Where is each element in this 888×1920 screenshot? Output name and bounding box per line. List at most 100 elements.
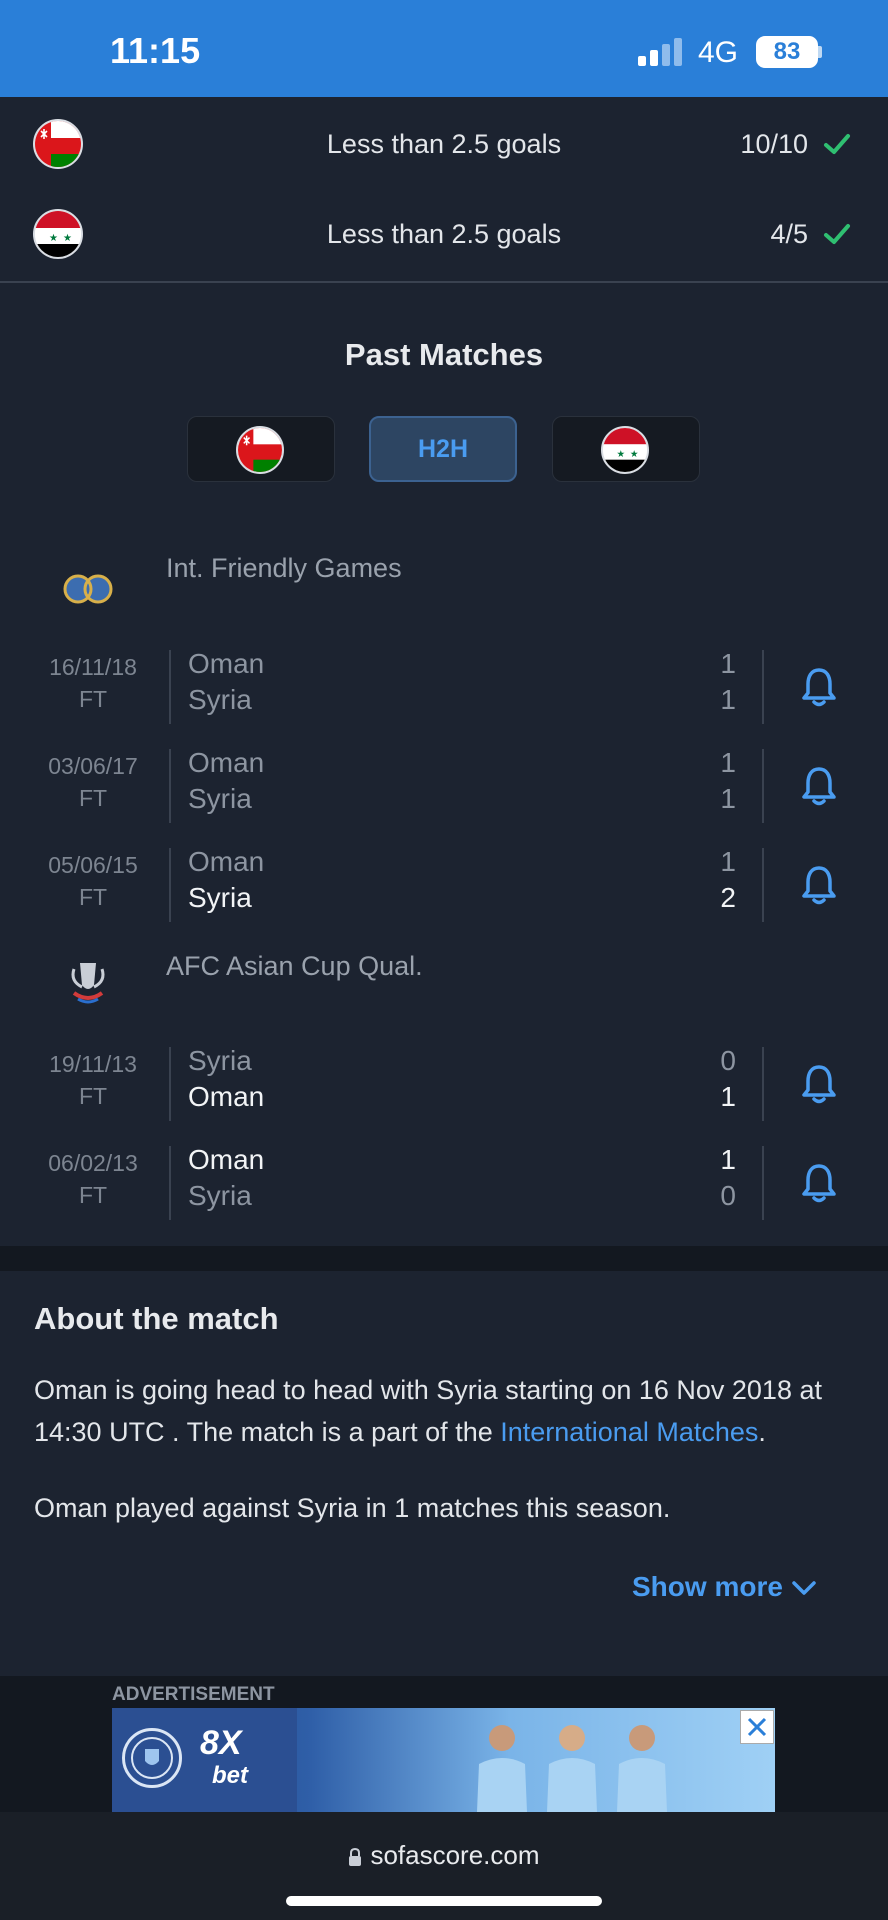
away-score: 2 xyxy=(720,882,736,913)
url-text: sofascore.com xyxy=(370,1840,540,1870)
bell-icon[interactable] xyxy=(800,666,838,708)
tab-syria[interactable]: ★ ★ xyxy=(552,416,700,482)
home-score: 1 xyxy=(720,1144,736,1175)
check-icon xyxy=(824,134,850,154)
trend-row-syria: ★ ★ Less than 2.5 goals 4/5 xyxy=(0,187,888,277)
check-icon xyxy=(824,224,850,244)
bell-icon[interactable] xyxy=(800,1063,838,1105)
about-paragraph: Oman is going head to head with Syria st… xyxy=(34,1369,864,1453)
match-row[interactable]: 19/11/13 FT Syria Oman 0 1 xyxy=(0,1035,888,1134)
afc-asian-cup-icon xyxy=(71,963,105,1004)
tab-h2h[interactable]: H2H xyxy=(369,416,517,482)
divider xyxy=(169,848,171,922)
match-status: FT xyxy=(78,785,108,811)
divider xyxy=(762,650,764,724)
player-image xyxy=(617,1725,667,1812)
match-status: FT xyxy=(78,686,108,712)
chevron-down-icon[interactable] xyxy=(790,1577,818,1599)
trend-count: 10/10 xyxy=(740,129,808,159)
about-text-end: . xyxy=(758,1417,766,1447)
club-crest-icon xyxy=(122,1728,182,1788)
trend-text: Less than 2.5 goals xyxy=(326,219,562,249)
away-team: Oman xyxy=(188,1081,265,1112)
tab-oman[interactable] xyxy=(187,416,335,482)
battery-icon: 83 xyxy=(756,36,818,68)
divider xyxy=(762,1146,764,1220)
url-bar[interactable]: sofascore.com xyxy=(0,1840,888,1871)
home-team: Oman xyxy=(188,1144,265,1175)
battery-tip xyxy=(818,46,822,58)
divider xyxy=(762,848,764,922)
network-label: 4G xyxy=(698,36,739,69)
oman-flag-icon xyxy=(236,426,284,474)
trend-count: 4/5 xyxy=(770,219,808,249)
away-team: Syria xyxy=(188,684,252,715)
ad-brand: 8X xyxy=(200,1724,242,1762)
home-score: 1 xyxy=(720,648,736,679)
home-score: 1 xyxy=(720,846,736,877)
away-score: 1 xyxy=(720,1081,736,1112)
divider xyxy=(169,1146,171,1220)
status-time: 11:15 xyxy=(110,30,201,71)
home-score: 1 xyxy=(720,747,736,778)
player-image xyxy=(547,1725,597,1812)
home-team: Oman xyxy=(188,747,265,778)
international-matches-link[interactable]: International Matches xyxy=(500,1417,758,1447)
away-score: 1 xyxy=(720,783,736,814)
match-date: 16/11/18 xyxy=(49,654,137,680)
bell-icon[interactable] xyxy=(800,765,838,807)
ad-brand-sub: bet xyxy=(212,1762,248,1789)
status-bar: 11:15 4G 83 xyxy=(0,0,888,97)
match-row[interactable]: 06/02/13 FT Oman Syria 1 0 xyxy=(0,1134,888,1233)
match-status: FT xyxy=(78,1182,108,1208)
match-date: 05/06/15 xyxy=(48,852,138,878)
section-divider xyxy=(0,1246,888,1271)
home-team: Oman xyxy=(188,648,265,679)
home-team: Syria xyxy=(188,1045,252,1076)
tab-h2h-label: H2H xyxy=(417,435,468,463)
svg-text:★: ★ xyxy=(630,449,639,460)
browser-bar: sofascore.com xyxy=(0,1812,888,1920)
away-team: Syria xyxy=(188,882,252,913)
home-indicator[interactable] xyxy=(286,1896,602,1906)
divider xyxy=(169,749,171,823)
match-row[interactable]: 03/06/17 FT Oman Syria 1 1 xyxy=(0,737,888,836)
close-icon[interactable] xyxy=(740,1710,774,1744)
trend-row-oman: Less than 2.5 goals 10/10 xyxy=(0,97,888,187)
friendly-games-icon xyxy=(63,574,113,604)
ad-logo-panel: 8X bet xyxy=(112,1708,297,1812)
home-score: 0 xyxy=(720,1045,736,1076)
about-title: About the match xyxy=(34,1301,279,1336)
divider xyxy=(169,1047,171,1121)
divider xyxy=(762,749,764,823)
advertisement: ADVERTISEMENT 8X bet xyxy=(0,1676,888,1812)
signal-icon xyxy=(638,38,686,66)
bell-icon[interactable] xyxy=(800,1162,838,1204)
bell-icon[interactable] xyxy=(800,864,838,906)
match-row[interactable]: 05/06/15 FT Oman Syria 1 2 xyxy=(0,836,888,935)
show-more-button[interactable]: Show more xyxy=(632,1571,783,1603)
league-name: AFC Asian Cup Qual. xyxy=(166,951,423,981)
match-date: 03/06/17 xyxy=(48,753,138,779)
match-row[interactable]: 16/11/18 FT Oman Syria 1 1 xyxy=(0,638,888,737)
lock-icon xyxy=(349,1848,362,1867)
away-team: Syria xyxy=(188,1180,252,1211)
svg-text:★: ★ xyxy=(616,449,625,460)
team-trends: Less than 2.5 goals 10/10 ★ ★ Less than … xyxy=(0,97,888,283)
past-matches-title: Past Matches xyxy=(344,337,544,372)
match-status: FT xyxy=(78,1083,108,1109)
away-score: 1 xyxy=(720,684,736,715)
away-score: 0 xyxy=(720,1180,736,1211)
about-paragraph-2: Oman played against Syria in 1 matches t… xyxy=(34,1493,671,1523)
home-team: Oman xyxy=(188,846,265,877)
match-status: FT xyxy=(78,884,108,910)
about-the-match: About the match Oman is going head to he… xyxy=(0,1271,888,1676)
match-date: 19/11/13 xyxy=(49,1051,137,1077)
league-header[interactable]: Int. Friendly Games xyxy=(0,543,888,623)
away-team: Syria xyxy=(188,783,252,814)
player-image xyxy=(477,1725,527,1812)
league-header[interactable]: AFC Asian Cup Qual. xyxy=(0,941,888,1021)
ad-banner[interactable]: 8X bet xyxy=(112,1708,775,1812)
ad-label: ADVERTISEMENT xyxy=(112,1684,275,1705)
syria-flag-icon: ★ ★ xyxy=(601,426,649,474)
